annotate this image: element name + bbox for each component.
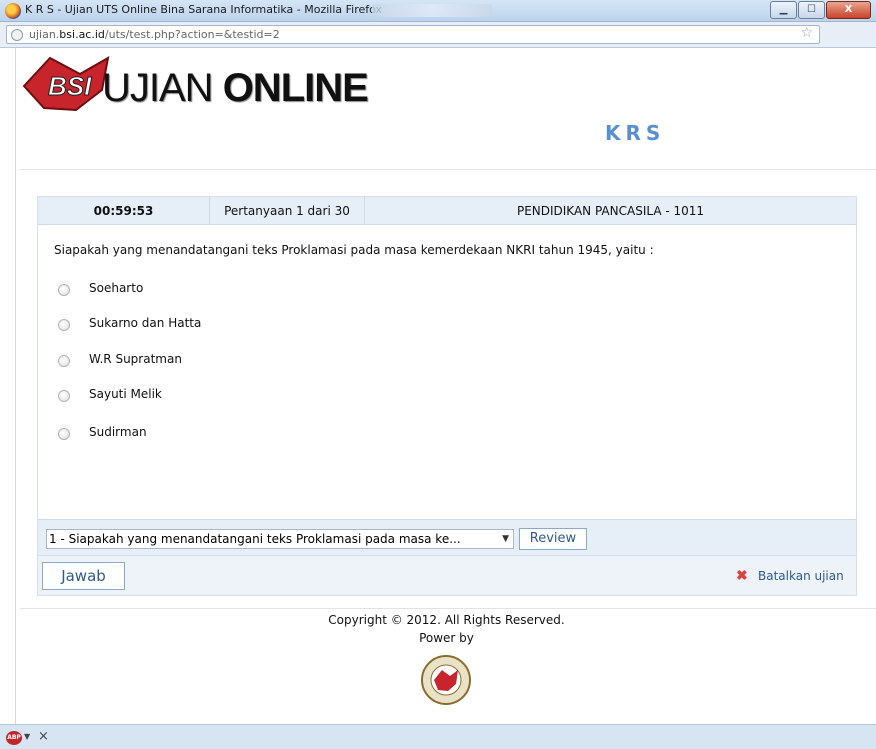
option-label: W.R Supratman [89, 352, 182, 366]
maximize-button[interactable]: ☐ [798, 1, 825, 19]
chevron-down-icon[interactable]: ▼ [502, 530, 509, 548]
close-button[interactable]: X [826, 1, 871, 19]
window-title: K R S - Ujian UTS Online Bina Sarana Inf… [25, 3, 383, 16]
radio-button[interactable] [58, 390, 70, 402]
bookmark-star-icon[interactable]: ☆ [800, 25, 813, 41]
action-bar: Jawab ✖ Batalkan ujian [38, 555, 856, 595]
question-select-value: 1 - Siapakah yang menandatangani teks Pr… [49, 532, 461, 546]
status-bar: ABP ▼ × [0, 724, 876, 749]
timer: 00:59:53 [38, 197, 210, 225]
divider [20, 608, 876, 609]
cancel-exam-link[interactable]: ✖ Batalkan ujian [736, 569, 844, 583]
globe-icon [11, 29, 23, 41]
minimize-button[interactable]: ▁ [770, 1, 797, 19]
adblock-icon[interactable]: ABP [6, 731, 22, 745]
url-input[interactable]: ujian.bsi.ac.id/uts/test.php?action=&tes… [6, 25, 820, 44]
copyright-text: Copyright © 2012. All Rights Reserved. [328, 613, 565, 627]
navigation-bar: ujian.bsi.ac.id/uts/test.php?action=&tes… [0, 22, 876, 63]
close-icon[interactable]: × [38, 729, 49, 744]
subject-title: PENDIDIKAN PANCASILA - 1011 [516, 204, 705, 218]
window-titlebar: K R S - Ujian UTS Online Bina Sarana Inf… [0, 0, 876, 22]
question-text: Siapakah yang menandatangani teks Prokla… [54, 243, 654, 257]
option-label: Sayuti Melik [89, 387, 162, 401]
answer-button[interactable]: Jawab [42, 562, 125, 590]
taskbar-blur [372, 4, 492, 17]
question-nav-bar: 1 - Siapakah yang menandatangani teks Pr… [38, 519, 856, 555]
firefox-icon [5, 3, 21, 19]
radio-button[interactable] [58, 319, 70, 331]
url-text: ujian.bsi.ac.id/uts/test.php?action=&tes… [29, 28, 280, 41]
divider [20, 169, 876, 170]
radio-button[interactable] [58, 284, 70, 296]
svg-text:BSI: BSI [48, 71, 92, 101]
exam-info-bar: 00:59:53 Pertanyaan 1 dari 30 PENDIDIKAN… [38, 197, 856, 225]
chevron-down-icon[interactable]: ▼ [24, 732, 30, 741]
option-label: Soeharto [89, 281, 144, 295]
bsi-seal-logo [421, 655, 471, 705]
page-title: KRS [605, 121, 666, 145]
radio-button[interactable] [58, 428, 70, 440]
review-button[interactable]: Review [519, 528, 587, 550]
exam-panel: 00:59:53 Pertanyaan 1 dari 30 PENDIDIKAN… [37, 196, 857, 596]
logo-text: UJIAN ONLINE [102, 66, 369, 110]
cancel-exam-label: Batalkan ujian [758, 569, 844, 583]
option-label: Sukarno dan Hatta [89, 316, 202, 330]
question-select[interactable]: 1 - Siapakah yang menandatangani teks Pr… [46, 529, 514, 549]
radio-button[interactable] [58, 355, 70, 367]
question-counter: Pertanyaan 1 dari 30 [210, 197, 365, 225]
cancel-icon: ✖ [736, 568, 748, 584]
option-label: Sudirman [89, 425, 147, 439]
powered-by-text: Power by [419, 631, 474, 645]
